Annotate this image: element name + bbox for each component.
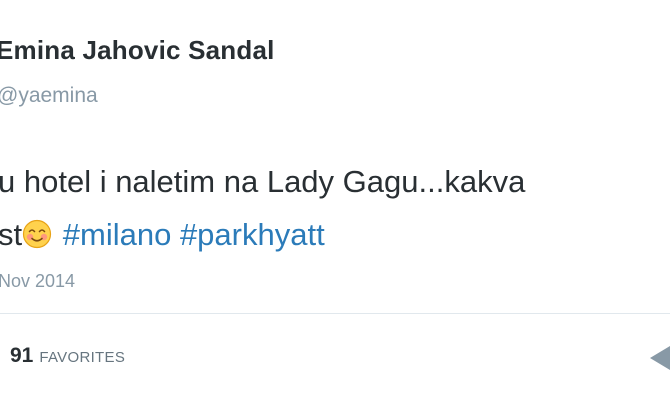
tweet-card: Emina Jahovic Sandal @yaemina u hotel i …	[0, 0, 670, 400]
favorites-label: FAVORITES	[39, 349, 126, 366]
favorites-count: 91	[10, 344, 34, 367]
hashtag-milano-link[interactable]: #milano	[63, 217, 172, 252]
tweet-text-line-1: u hotel i naletim na Lady Gagu...kakva	[0, 164, 526, 199]
author-display-name[interactable]: Emina Jahovic Sandal	[0, 35, 275, 66]
hashtag-parkhyatt-link[interactable]: #parkhyatt	[180, 217, 325, 252]
tweet-timestamp[interactable]: Nov 2014	[0, 271, 75, 292]
favorites-stat[interactable]: 91 FAVORITES	[10, 344, 125, 368]
stats-divider	[0, 313, 670, 314]
tweet-text-fragment: st	[0, 217, 23, 252]
tweet-text: u hotel i naletim na Lady Gagu...kakva s…	[0, 155, 670, 261]
smiling-face-emoji-icon	[23, 219, 52, 249]
author-handle[interactable]: @yaemina	[0, 84, 98, 108]
caret-left-icon[interactable]	[646, 342, 670, 374]
tweet-text-line-2: st #milano #parkhyatt	[0, 208, 670, 261]
